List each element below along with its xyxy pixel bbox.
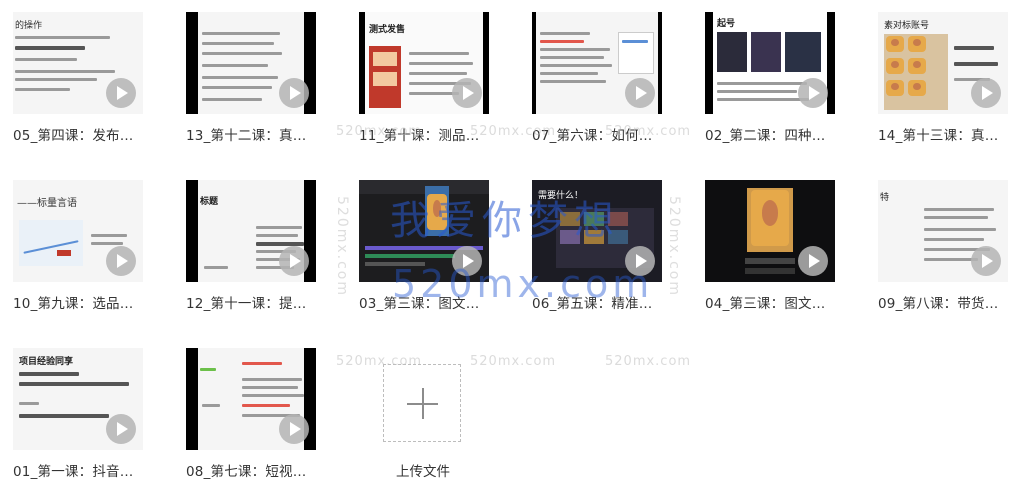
file-tile[interactable]: 08_第七课：短视… <box>186 348 316 480</box>
file-title[interactable]: 02_第二课：四种… <box>705 124 845 144</box>
thumb-heading: 素对标账号 <box>884 21 930 31</box>
play-icon[interactable] <box>452 78 482 108</box>
video-thumbnail: 素对标账号 <box>878 12 1008 114</box>
play-icon[interactable] <box>106 246 136 276</box>
file-title[interactable]: 01_第一课：抖音… <box>13 460 153 480</box>
video-thumbnail: 项目经验同享 <box>13 348 143 450</box>
file-tile[interactable]: 04_第三课：图文… <box>705 180 835 312</box>
video-thumbnail <box>532 12 662 114</box>
play-icon[interactable] <box>106 78 136 108</box>
thumb-heading: 标题 <box>200 197 219 207</box>
play-icon[interactable] <box>279 246 309 276</box>
play-icon[interactable] <box>625 78 655 108</box>
file-tile[interactable]: 需要什么！ 06_第五课：精准… <box>532 180 662 312</box>
thumb-heading: 测式发售 <box>369 25 406 35</box>
file-tile[interactable]: 03_第三课：图文… <box>359 180 489 312</box>
play-icon[interactable] <box>279 78 309 108</box>
watermark: 520mx.com <box>470 354 557 369</box>
thumb-heading: 项目经验同享 <box>19 357 74 367</box>
play-icon[interactable] <box>971 246 1001 276</box>
watermark-vertical: 520mx.com <box>666 196 682 297</box>
thumb-heading: 特 <box>880 193 890 203</box>
video-thumbnail: 特 <box>878 180 1008 282</box>
play-icon[interactable] <box>798 78 828 108</box>
thumb-heading: 需要什么！ <box>538 191 584 201</box>
file-tile[interactable]: 的操作 05_第四课：发布… <box>13 12 143 144</box>
file-title[interactable]: 04_第三课：图文… <box>705 292 845 312</box>
play-icon[interactable] <box>279 414 309 444</box>
upload-label[interactable]: 上传文件 <box>383 460 463 480</box>
video-thumbnail <box>186 348 316 450</box>
file-tile[interactable]: 13_第十二课：真… <box>186 12 316 144</box>
file-title[interactable]: 10_第九课：选品… <box>13 292 153 312</box>
watermark-vertical: 520mx.com <box>334 196 350 297</box>
file-title[interactable]: 06_第五课：精准… <box>532 292 672 312</box>
play-icon[interactable] <box>798 246 828 276</box>
video-thumbnail: ——标量言语 <box>13 180 143 282</box>
file-tile[interactable]: 测式发售 11_第十课：测品… <box>359 12 489 144</box>
thumb-heading: ——标量言语 <box>17 198 77 209</box>
video-thumbnail: 起号 <box>705 12 835 114</box>
video-thumbnail: 需要什么！ <box>532 180 662 282</box>
video-thumbnail <box>186 12 316 114</box>
file-tile[interactable]: 特 09_第八课：带货… <box>878 180 1008 312</box>
video-thumbnail <box>359 180 489 282</box>
file-title[interactable]: 03_第三课：图文… <box>359 292 499 312</box>
file-tile[interactable]: 标题 12_第十一课：提… <box>186 180 316 312</box>
file-tile[interactable]: 起号 02_第二课：四种… <box>705 12 835 144</box>
file-tile[interactable]: 07_第六课：如何… <box>532 12 662 144</box>
file-tile[interactable]: 项目经验同享 01_第一课：抖音… <box>13 348 143 480</box>
file-title[interactable]: 11_第十课：测品… <box>359 124 499 144</box>
file-title[interactable]: 12_第十一课：提… <box>186 292 326 312</box>
video-thumbnail: 的操作 <box>13 12 143 114</box>
thumb-heading: 的操作 <box>15 21 43 31</box>
thumb-heading: 起号 <box>717 19 736 29</box>
plus-icon-vertical <box>422 388 424 419</box>
video-thumbnail: 标题 <box>186 180 316 282</box>
upload-button[interactable] <box>383 364 461 442</box>
video-thumbnail <box>705 180 835 282</box>
file-title[interactable]: 07_第六课：如何… <box>532 124 672 144</box>
watermark: 520mx.com <box>605 354 692 369</box>
video-thumbnail: 测式发售 <box>359 12 489 114</box>
file-tile[interactable]: 素对标账号 14_第十三课：真… <box>878 12 1008 144</box>
play-icon[interactable] <box>971 78 1001 108</box>
play-icon[interactable] <box>106 414 136 444</box>
file-title[interactable]: 09_第八课：带货… <box>878 292 1018 312</box>
file-title[interactable]: 14_第十三课：真… <box>878 124 1018 144</box>
play-icon[interactable] <box>625 246 655 276</box>
file-title[interactable]: 08_第七课：短视… <box>186 460 326 480</box>
file-title[interactable]: 05_第四课：发布… <box>13 124 153 144</box>
play-icon[interactable] <box>452 246 482 276</box>
file-title[interactable]: 13_第十二课：真… <box>186 124 326 144</box>
file-tile[interactable]: ——标量言语 10_第九课：选品… <box>13 180 143 312</box>
